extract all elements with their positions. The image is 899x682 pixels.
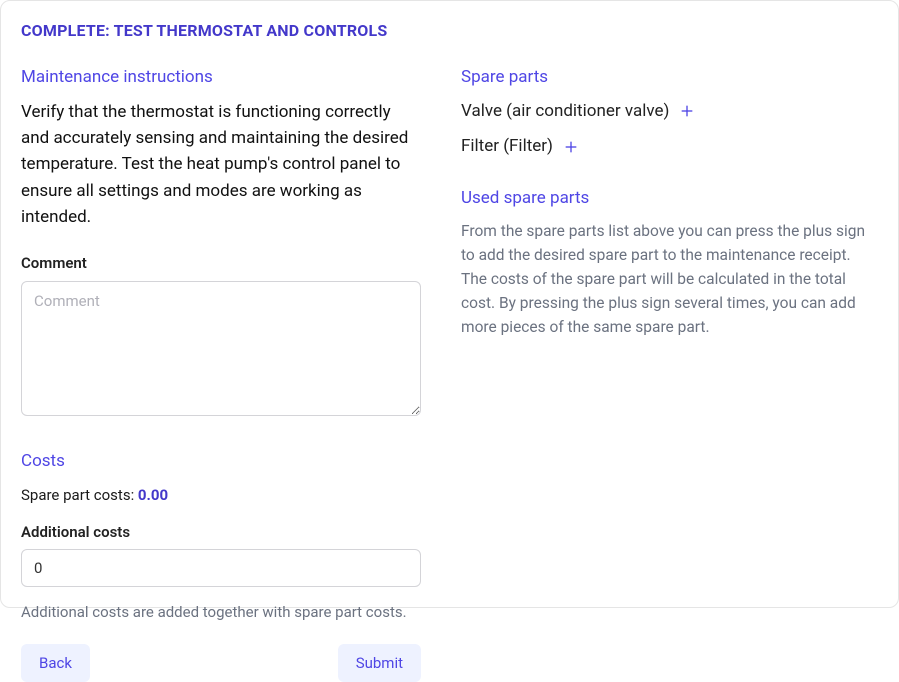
spare-part-label: Valve (air conditioner valve) [461,99,669,125]
instructions-text: Verify that the thermostat is functionin… [21,99,421,231]
additional-costs-help: Additional costs are added together with… [21,601,421,624]
right-column: Spare parts Valve (air conditioner valve… [461,65,878,682]
spare-cost-value: 0.00 [138,486,168,504]
comment-label: Comment [21,252,421,275]
spare-parts-heading: Spare parts [461,65,878,91]
comment-input[interactable] [21,281,421,416]
spare-cost-label: Spare part costs: [21,486,138,504]
plus-icon[interactable] [677,101,697,121]
spare-cost-line: Spare part costs: 0.00 [21,484,421,507]
spare-part-label: Filter (Filter) [461,134,553,160]
submit-button[interactable]: Submit [338,644,421,682]
plus-icon[interactable] [561,137,581,157]
costs-heading: Costs [21,449,421,475]
columns: Maintenance instructions Verify that the… [21,65,878,682]
instructions-heading: Maintenance instructions [21,65,421,91]
spare-parts-list: Valve (air conditioner valve) Filter (Fi… [461,99,878,160]
maintenance-form-card: COMPLETE: TEST THERMOSTAT AND CONTROLS M… [0,0,899,608]
spare-part-row: Valve (air conditioner valve) [461,99,878,125]
costs-section: Costs Spare part costs: 0.00 Additional … [21,449,421,624]
left-column: Maintenance instructions Verify that the… [21,65,421,682]
page-title: COMPLETE: TEST THERMOSTAT AND CONTROLS [21,19,878,43]
additional-costs-input[interactable] [21,549,421,587]
additional-costs-label: Additional costs [21,521,421,544]
button-row: Back Submit [21,644,421,682]
used-spare-parts-desc: From the spare parts list above you can … [461,219,878,339]
back-button[interactable]: Back [21,644,90,682]
spare-part-row: Filter (Filter) [461,134,878,160]
used-spare-parts-heading: Used spare parts [461,186,878,212]
